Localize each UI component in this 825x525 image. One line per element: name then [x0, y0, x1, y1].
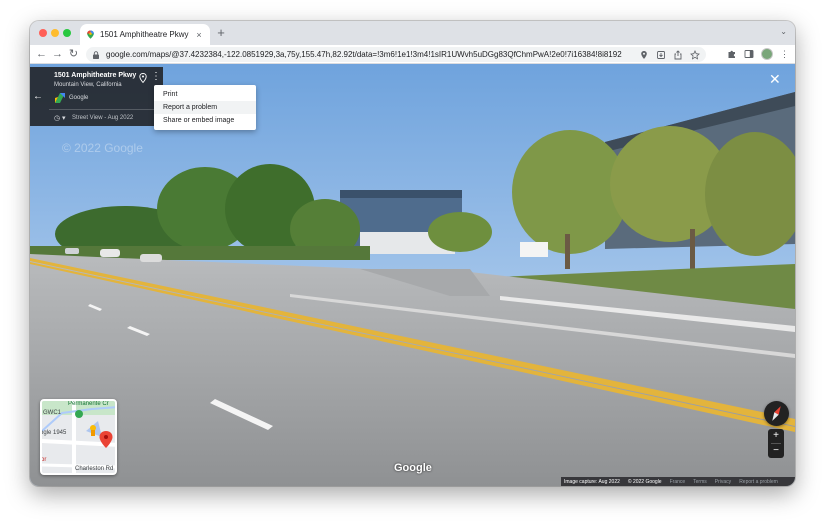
menu-item-print[interactable]: Print	[154, 88, 256, 101]
bookmark-star-icon[interactable]	[690, 49, 700, 60]
time-travel-icon[interactable]: ◷ ▾	[54, 114, 66, 122]
report-problem-link[interactable]: Report a problem	[739, 479, 778, 485]
footer-bar: Image capture: Aug 2022 © 2022 Google Fr…	[561, 477, 795, 486]
google-watermark: Google	[394, 462, 432, 474]
menu-item-report-problem[interactable]: Report a problem	[154, 101, 256, 114]
back-arrow-icon[interactable]: ←	[33, 91, 43, 102]
image-capture-date: Image capture: Aug 2022	[564, 478, 620, 485]
tab-close-icon[interactable]: ×	[194, 30, 204, 40]
compass-icon[interactable]	[764, 401, 789, 426]
extensions-puzzle-icon[interactable]	[727, 49, 737, 59]
forward-button[interactable]: →	[51, 48, 64, 61]
address-bar[interactable]: google.com/maps/@37.4232384,-122.0851929…	[86, 47, 706, 62]
side-panel-icon[interactable]	[744, 49, 754, 59]
minimize-window-button[interactable]	[51, 29, 59, 37]
terms-link[interactable]: Terms	[693, 479, 707, 485]
privacy-link[interactable]: Privacy	[715, 479, 731, 485]
more-options-icon[interactable]: ⋮	[151, 71, 161, 82]
close-street-view-icon[interactable]: ✕	[769, 72, 781, 86]
tab-search-icon[interactable]: ⌄	[780, 27, 787, 36]
svg-text:© 2022 Google: © 2022 Google	[62, 141, 143, 155]
place-info-card: ← 1501 Amphitheatre Pkwy Mountain View, …	[30, 67, 163, 126]
browser-window: 1501 Amphitheatre Pkwy - Goo × + ⌄ ← → ↻…	[30, 21, 795, 486]
contributor-name[interactable]: Google	[69, 95, 88, 101]
map-label-charleston: Charleston Rd	[75, 466, 114, 472]
minimap[interactable]: Permanente Cr GWC1 ogle 1945 or Charlest…	[40, 399, 117, 475]
map-label-google-1945: ogle 1945	[40, 430, 67, 436]
maps-favicon-icon	[87, 30, 94, 39]
zoom-out-button[interactable]: −	[768, 444, 784, 458]
place-city: Mountain View, California	[54, 82, 122, 88]
map-label-gwc1: GWC1	[43, 410, 61, 416]
map-label-permanente: Permanente Cr	[68, 401, 109, 407]
share-icon[interactable]	[673, 49, 683, 60]
menu-item-share-embed[interactable]: Share or embed image	[154, 114, 256, 127]
reload-button[interactable]: ↻	[67, 48, 80, 61]
new-tab-button[interactable]: +	[214, 26, 228, 40]
options-menu: Print Report a problem Share or embed im…	[154, 85, 256, 130]
location-icon[interactable]	[639, 50, 649, 60]
street-view-date: Street View - Aug 2022	[72, 115, 134, 121]
country-link[interactable]: France	[670, 479, 686, 485]
browser-menu-icon[interactable]: ⋮	[778, 48, 791, 61]
zoom-in-button[interactable]: +	[768, 429, 784, 443]
google-contributor-icon	[55, 93, 65, 103]
zoom-control: + −	[768, 429, 784, 458]
back-button[interactable]: ←	[35, 48, 48, 61]
place-address: 1501 Amphitheatre Pkwy	[54, 72, 137, 79]
card-divider	[49, 109, 163, 110]
profile-avatar[interactable]	[761, 48, 773, 60]
street-view-panorama[interactable]: © 2022 Google	[30, 64, 795, 486]
tab-strip: 1501 Amphitheatre Pkwy - Goo × + ⌄	[30, 21, 795, 45]
url-text: google.com/maps/@37.4232384,-122.0851929…	[106, 50, 622, 59]
browser-tab[interactable]: 1501 Amphitheatre Pkwy - Goo ×	[80, 24, 210, 45]
copyright-text: © 2022 Google	[627, 478, 662, 485]
close-window-button[interactable]	[39, 29, 47, 37]
browser-toolbar: ← → ↻ google.com/maps/@37.4232384,-122.0…	[30, 45, 795, 64]
map-label-or: or	[41, 457, 47, 463]
maximize-window-button[interactable]	[63, 29, 71, 37]
install-app-icon[interactable]	[656, 50, 666, 60]
lock-icon	[93, 50, 99, 59]
tab-title: 1501 Amphitheatre Pkwy - Goo	[100, 30, 189, 39]
street-view-viewport[interactable]: © 2022 Google ← 1501 Amphitheatre Pkwy M…	[30, 64, 795, 486]
location-pin-icon[interactable]	[139, 73, 147, 83]
